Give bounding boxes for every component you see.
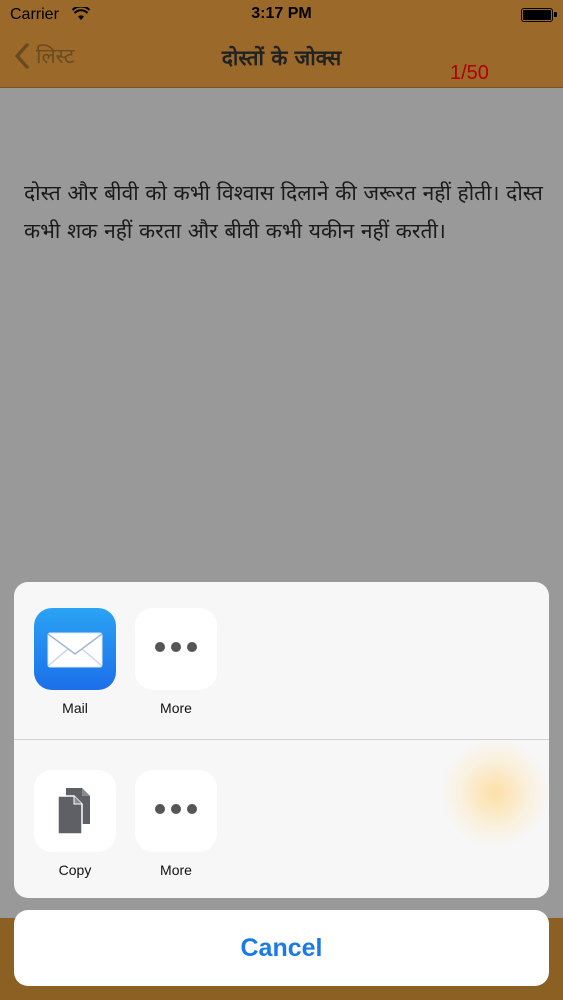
- navigation-bar: लिस्ट दोस्तों के जोक्स 1/50: [0, 30, 563, 88]
- touch-highlight: [440, 738, 550, 848]
- status-time: 3:17 PM: [251, 5, 312, 22]
- more-tile: [135, 608, 217, 690]
- copy-label: Copy: [58, 862, 92, 878]
- more-icon: [135, 642, 217, 652]
- mail-tile: [34, 608, 116, 690]
- share-row: Mail More: [14, 582, 549, 740]
- status-bar: Carrier 3:17 PM: [0, 0, 563, 30]
- cancel-button[interactable]: Cancel: [14, 910, 549, 986]
- share-sheet: Mail More Copy More: [14, 582, 549, 898]
- more-tile: [135, 770, 217, 852]
- share-more-button[interactable]: More: [135, 608, 217, 716]
- more-label: More: [160, 700, 192, 716]
- mail-label: Mail: [62, 700, 88, 716]
- joke-text: दोस्त और बीवी को कभी विश्वास दिलाने की ज…: [24, 181, 543, 243]
- battery-icon: [521, 8, 557, 22]
- share-mail-button[interactable]: Mail: [34, 608, 116, 716]
- action-more-button[interactable]: More: [135, 770, 217, 878]
- more-icon: [135, 804, 217, 814]
- copy-button[interactable]: Copy: [34, 770, 116, 878]
- more-label: More: [160, 862, 192, 878]
- copy-tile: [34, 770, 116, 852]
- mail-icon: [47, 632, 103, 668]
- joke-counter: 1/50: [450, 62, 489, 84]
- copy-icon: [57, 788, 90, 834]
